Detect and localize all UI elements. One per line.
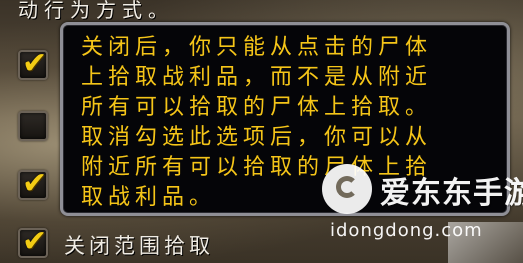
checkbox-option-2[interactable] <box>18 111 48 141</box>
watermark-corner-graphic <box>448 222 523 263</box>
option-description-text: 动行为方式。 <box>18 0 174 22</box>
tooltip-line: 取消勾选此选项后，你可以从 <box>81 125 433 150</box>
checkbox-label-auto-loot-range: 关闭范围拾取 <box>64 234 214 258</box>
checkmark-icon: ✔ <box>22 46 48 81</box>
watermark-logo-icon <box>322 164 372 214</box>
tooltip-line: 所有可以拾取的尸体上拾取。 <box>81 95 433 120</box>
checkbox-option-3[interactable]: ✔ <box>18 166 48 201</box>
tooltip-line: 关闭后，你只能从点击的尸体 <box>81 35 433 60</box>
tooltip-line: 上拾取战利品，而不是从附近 <box>81 65 433 90</box>
checkbox-auto-loot-range[interactable]: ✔ <box>18 224 48 259</box>
checkmark-icon: ✔ <box>22 166 48 201</box>
watermark-title: 爱东东手游 <box>380 176 523 211</box>
checkbox-option-1[interactable]: ✔ <box>18 46 48 81</box>
checkmark-icon: ✔ <box>22 224 48 259</box>
